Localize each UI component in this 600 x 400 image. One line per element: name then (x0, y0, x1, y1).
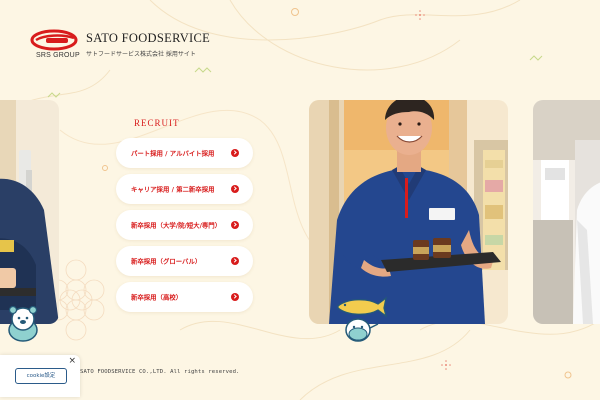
cookie-settings-button[interactable]: cookie設定 (15, 368, 67, 384)
arrow-right-icon (231, 293, 239, 301)
recruit-link-part-time[interactable]: パート採用 / アルバイト採用 (116, 138, 253, 168)
recruit-link-label: 新卒採用（大学/院/短大/専門） (131, 221, 222, 230)
recruit-link-new-grad-university[interactable]: 新卒採用（大学/院/短大/専門） (116, 210, 253, 240)
recruit-link-career[interactable]: キャリア採用 / 第二新卒採用 (116, 174, 253, 204)
recruit-link-new-grad-high-school[interactable]: 新卒採用（高校） (116, 282, 253, 312)
staff-photo-right (533, 100, 600, 324)
staff-photo-left (0, 100, 59, 324)
recruit-menu: パート採用 / アルバイト採用 キャリア採用 / 第二新卒採用 新卒採用（大学/… (116, 138, 253, 318)
company-subtitle: サトフードサービス株式会社 採用サイト (86, 51, 196, 58)
recruit-link-label: パート採用 / アルバイト採用 (131, 149, 215, 158)
fish-character-icon (337, 296, 388, 342)
cookie-popup: × cookie設定 (0, 355, 80, 397)
logo-group-text: SRS GROUP (36, 52, 80, 59)
close-icon[interactable]: × (68, 357, 76, 366)
staff-photo-main (309, 100, 508, 324)
recruit-link-label: 新卒採用（高校） (131, 293, 183, 302)
recruit-heading: RECRUIT (134, 118, 180, 128)
recruit-link-label: キャリア採用 / 第二新卒採用 (131, 185, 215, 194)
arrow-right-icon (231, 221, 239, 229)
brand-logo-icon (30, 29, 78, 51)
arrow-right-icon (231, 257, 239, 265)
company-name: SATO FOODSERVICE (86, 31, 211, 45)
recruit-link-new-grad-global[interactable]: 新卒採用（グローバル） (116, 246, 253, 276)
recruit-link-label: 新卒採用（グローバル） (131, 257, 202, 266)
arrow-right-icon (231, 149, 239, 157)
arrow-right-icon (231, 185, 239, 193)
mascot-character-icon (8, 306, 38, 342)
photo-card-left (0, 100, 59, 324)
photo-card-right (533, 100, 600, 324)
photo-card-main (309, 100, 508, 324)
copyright-text: SATO FOODSERVICE CO.,LTD. All rights res… (80, 369, 240, 375)
site-logo[interactable]: SRS GROUP SATO FOODSERVICE サトフードサービス株式会社… (30, 28, 250, 62)
